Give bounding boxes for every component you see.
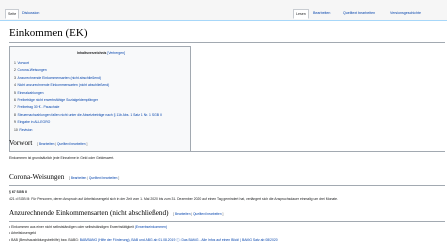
toc-item[interactable]: 4 Nicht anzurechnende Einkommensarten (ni…: [14, 82, 190, 89]
page-content: Einkommen (EK) Inhaltsverzeichnis [Verbe…: [0, 20, 447, 250]
section-divider: [9, 151, 445, 152]
toc-item[interactable]: 8 Steuernachzahlungen fallen nicht unter …: [14, 112, 190, 119]
section-edit-links: [ Bearbeiten | Quelltext bearbeiten ]: [173, 212, 224, 216]
toc-item-label[interactable]: Revision: [19, 128, 32, 132]
toc-item[interactable]: 1 Vorwort: [14, 60, 190, 67]
toc-item-label[interactable]: Eingabe in ALLEGRO: [17, 120, 50, 124]
section-edit-links: [ Bearbeiten | Quelltext bearbeiten ]: [37, 142, 88, 146]
list-item: Einkommen aus einer nicht selbstständige…: [9, 225, 167, 229]
edit-source-link[interactable]: Quelltext bearbeiten: [89, 176, 118, 180]
toc-item-number: 2: [14, 68, 16, 73]
section-text: 421 d SGB III: Für Personen, deren Anspr…: [9, 197, 339, 201]
edit-link[interactable]: Bearbeiten: [39, 142, 54, 146]
edit-source-link[interactable]: Quelltext bearbeiten: [193, 212, 222, 216]
section-heading-corona: Corona-Weisungen [ Bearbeiten | Quelltex…: [9, 173, 119, 181]
toc-item[interactable]: 10 Revision: [14, 127, 190, 134]
toc-item[interactable]: 3 Anzurechnende Einkommensarten (nicht ab…: [14, 75, 190, 82]
toc-header: Inhaltsverzeichnis [Verbergen]: [10, 51, 192, 55]
law-label: § 67 SGB II: [9, 190, 27, 194]
list-item-text: BAB (Berufsausbildungsbeihilfe) bzw. BAB…: [11, 238, 79, 242]
list-item: Arbeitslosengeld: [9, 231, 36, 235]
section-title: Anzurechnende Einkommensarten (nicht abs…: [9, 209, 169, 217]
title-divider: [9, 42, 445, 43]
section-label: § 67 SGB II: [9, 190, 27, 194]
toc-item-label[interactable]: Freibeträge nicht erwerbsfähige Sozialge…: [17, 98, 97, 102]
section-title: Corona-Weisungen: [9, 173, 65, 181]
tab-read[interactable]: Lesen: [293, 9, 309, 19]
page-title: Einkommen (EK): [9, 27, 88, 39]
section-divider: [9, 185, 445, 186]
toc-item-number: 9: [14, 120, 16, 125]
toc-item-label[interactable]: Freibetrag 30 € - Pauschale: [17, 105, 59, 109]
edit-link[interactable]: Bearbeiten: [175, 212, 190, 216]
toc-list: 1 Vorwort 2 Corona-Weisungen 3 Anzurechnend…: [14, 60, 190, 134]
toc-item-label[interactable]: Einmalzahlungen: [17, 91, 43, 95]
tab-discussion[interactable]: Diskussion: [20, 9, 41, 17]
tab-edit-source[interactable]: Quelltext bearbeiten: [341, 9, 377, 17]
toc-item-number: 3: [14, 75, 16, 80]
section-edit-links: [ Bearbeiten | Quelltext bearbeiten ]: [69, 176, 120, 180]
toc-item-label[interactable]: Nicht anzurechnende Einkommensarten (nic…: [17, 83, 109, 87]
tab-more[interactable]: [430, 9, 434, 13]
toc-item-number: 4: [14, 83, 16, 88]
toc-item-label[interactable]: Vorwort: [17, 61, 29, 65]
toc-item[interactable]: 7 Freibetrag 30 € - Pauschale: [14, 104, 190, 111]
edit-link[interactable]: Bearbeiten: [71, 176, 86, 180]
toc-item[interactable]: 5 Einmalzahlungen: [14, 90, 190, 97]
list-item-link[interactable]: BAB/BANG (Hilfe der Förderung): [80, 238, 130, 242]
toc-item-number: 6: [14, 97, 16, 102]
toc-item-label[interactable]: Anzurechnende Einkommensarten (nicht abs…: [17, 76, 101, 80]
section-heading-vorwort: Vorwort [ Bearbeiten | Quelltext bearbei…: [9, 139, 87, 147]
section-divider: [9, 221, 445, 222]
toc-item-number: 7: [14, 105, 16, 110]
toc-toggle[interactable]: [Verbergen]: [107, 51, 125, 55]
list-item: BAB (Berufsausbildungsbeihilfe) bzw. BAB…: [9, 237, 278, 242]
toc-item-number: 1: [14, 61, 16, 65]
table-of-contents: Inhaltsverzeichnis [Verbergen] 1 Vorwort …: [9, 46, 191, 152]
tab-page[interactable]: Seite: [5, 9, 20, 19]
tab-edit[interactable]: Bearbeiten: [311, 9, 332, 17]
toc-item[interactable]: 9 Eingabe in ALLEGRO: [14, 119, 190, 126]
list-item-text: Arbeitslosengeld: [10, 231, 37, 235]
toc-item-number: 10: [14, 127, 18, 132]
toc-item[interactable]: 6 Freibeträge nicht erwerbsfähige Sozialg…: [14, 97, 190, 104]
list-item-text: Einkommen aus einer nicht selbstständige…: [11, 225, 134, 229]
toc-item-label[interactable]: Steuernachzahlungen fallen nicht unter d…: [17, 113, 161, 117]
section-title: Vorwort: [9, 139, 33, 147]
list-item-link[interactable]: (Erwerbseinkommen): [135, 225, 167, 229]
tab-history[interactable]: Versionsgeschichte: [388, 9, 423, 17]
toc-item[interactable]: 2 Corona-Weisungen: [14, 67, 190, 74]
toc-title: Inhaltsverzeichnis: [77, 51, 107, 55]
toc-item-number: 5: [14, 90, 16, 95]
toc-item-label[interactable]: Corona-Weisungen: [17, 68, 46, 72]
list-item-link[interactable]: , BAB und ABG ab 01.08.2019 ⓘ: Das BAföG…: [130, 238, 278, 242]
edit-source-link[interactable]: Quelltext bearbeiten: [57, 142, 86, 146]
section-heading-anzurechnende: Anzurechnende Einkommensarten (nicht abs…: [9, 209, 223, 217]
toc-item-number: 8: [14, 112, 16, 117]
section-text: Einkommen ist grundsätzlich jede Einnahm…: [9, 156, 115, 160]
